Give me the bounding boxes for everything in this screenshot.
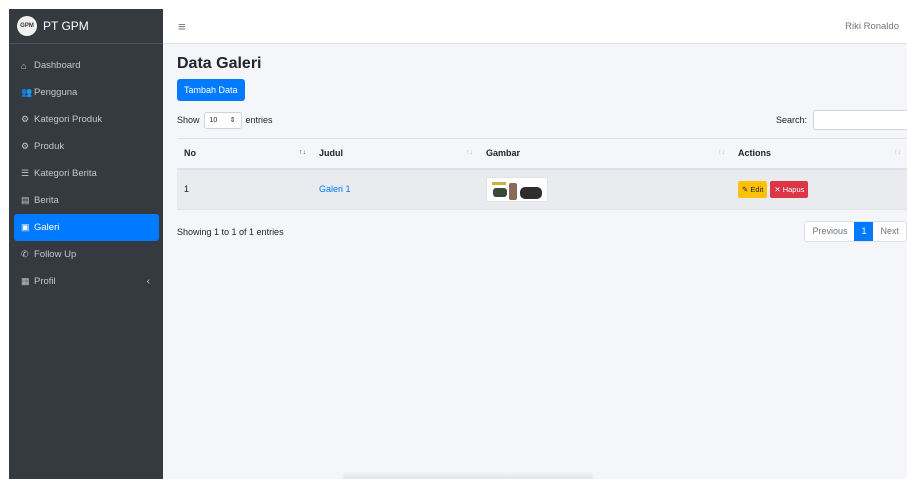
building-icon: ▦ xyxy=(21,276,30,286)
previous-page-button[interactable]: Previous xyxy=(805,222,854,241)
judul-link[interactable]: Galeri 1 xyxy=(319,184,351,194)
cell-no: 1 xyxy=(177,168,312,210)
sidebar-item-label: Pengguna xyxy=(34,87,78,98)
sidebar-item-profil[interactable]: ▦ Profil ‹ xyxy=(14,268,159,295)
brand-link[interactable]: GPM PT GPM xyxy=(9,9,163,44)
sidebar-item-produk[interactable]: ⚙ Produk xyxy=(14,133,159,160)
close-icon: ✕ xyxy=(774,184,781,194)
next-page-button[interactable]: Next xyxy=(873,222,906,241)
entries-length: Show 10 ⇕ entries xyxy=(177,111,273,129)
sort-icon: ↑↓ xyxy=(894,149,901,156)
sidebar-item-pengguna[interactable]: 👥 Pengguna xyxy=(14,79,159,106)
search-input[interactable] xyxy=(813,110,907,130)
entries-select[interactable]: 10 ⇕ xyxy=(203,111,242,129)
app-frame: GPM PT GPM ⌂ Dashboard 👥 Pengguna ⚙ Kate… xyxy=(9,9,907,479)
sidebar-item-dashboard[interactable]: ⌂ Dashboard xyxy=(14,52,159,79)
add-data-button[interactable]: Tambah Data xyxy=(177,79,245,101)
top-navbar: ≡ Riki Ronaldo xyxy=(163,9,907,44)
home-icon: ⌂ xyxy=(21,60,27,71)
column-label: Gambar xyxy=(486,148,521,159)
table-controls: Show 10 ⇕ entries Search: xyxy=(177,110,907,130)
sidebar-item-kategori-produk[interactable]: ⚙ Kategori Produk xyxy=(14,106,159,133)
search-group: Search: xyxy=(776,110,907,130)
column-header-gambar[interactable]: Gambar ↑↓ xyxy=(479,138,731,170)
motorcycle-icon: ⚙ xyxy=(21,114,30,124)
column-label: Actions xyxy=(738,148,772,159)
table-footer: Showing 1 to 1 of 1 entries Previous 1 N… xyxy=(177,221,907,242)
sidebar-item-galeri[interactable]: ▣ Galeri xyxy=(14,214,159,241)
sort-icon: ↑↓ xyxy=(299,149,306,156)
edit-label: Edit xyxy=(750,184,764,194)
newspaper-icon: ▤ xyxy=(21,195,30,205)
cell-gambar xyxy=(479,168,731,210)
brand-logo: GPM xyxy=(17,16,37,36)
sidebar-item-berita[interactable]: ▤ Berita xyxy=(14,187,159,214)
search-label: Search: xyxy=(775,115,807,125)
sidebar-item-label: Profil xyxy=(34,276,56,287)
image-icon: ▣ xyxy=(21,222,30,232)
sidebar-item-label: Kategori Berita xyxy=(34,168,97,179)
column-header-no[interactable]: No ↑↓ xyxy=(177,138,312,170)
page-title: Data Galeri xyxy=(177,55,262,72)
sidebar-item-label: Dashboard xyxy=(34,60,81,71)
users-icon: 👥 xyxy=(21,87,33,97)
column-label: Judul xyxy=(319,148,343,159)
cell-actions: ✎ Edit ✕ Hapus xyxy=(731,168,907,210)
edit-icon: ✎ xyxy=(742,184,749,194)
table-row: 1 Galeri 1 ✎ Edit ✕ Hapus xyxy=(177,168,907,210)
entries-value: 10 xyxy=(209,116,218,124)
sort-icon: ↑↓ xyxy=(466,149,473,156)
phone-icon: ✆ xyxy=(21,249,29,259)
content-area: Data Galeri Tambah Data Show 10 ⇕ entrie… xyxy=(163,44,907,242)
sidebar-item-label: Follow Up xyxy=(34,249,77,260)
sidebar-item-kategori-berita[interactable]: ☰ Kategori Berita xyxy=(14,160,159,187)
sidebar-item-label: Kategori Produk xyxy=(34,114,103,125)
show-label: Show xyxy=(177,115,200,125)
delete-label: Hapus xyxy=(782,184,805,194)
column-header-judul[interactable]: Judul ↑↓ xyxy=(312,138,479,170)
sidebar: GPM PT GPM ⌂ Dashboard 👥 Pengguna ⚙ Kate… xyxy=(9,9,163,479)
column-label: No xyxy=(184,148,196,159)
sidebar-item-label: Produk xyxy=(34,141,65,152)
table-info: Showing 1 to 1 of 1 entries xyxy=(177,226,284,237)
menu-toggle-icon[interactable]: ≡ xyxy=(178,19,186,34)
pagination: Previous 1 Next xyxy=(804,221,907,242)
sidebar-item-label: Galeri xyxy=(34,222,60,233)
edit-button[interactable]: ✎ Edit xyxy=(738,180,768,198)
bottom-shadow xyxy=(343,471,593,479)
sidebar-nav: ⌂ Dashboard 👥 Pengguna ⚙ Kategori Produk… xyxy=(9,44,163,295)
cell-judul: Galeri 1 xyxy=(312,168,479,210)
chevron-left-icon: ‹ xyxy=(146,276,150,287)
gallery-thumbnail-image[interactable] xyxy=(486,176,548,202)
sort-icon: ↑↓ xyxy=(718,149,725,156)
gallery-table: No ↑↓ Judul ↑↓ Gambar ↑↓ Actions ↑↓ 1 Ga… xyxy=(177,138,907,210)
select-arrows-icon: ⇕ xyxy=(229,117,236,124)
sidebar-item-label: Berita xyxy=(34,195,59,206)
table-header-row: No ↑↓ Judul ↑↓ Gambar ↑↓ Actions ↑↓ xyxy=(177,138,907,170)
user-name[interactable]: Riki Ronaldo xyxy=(845,21,899,32)
delete-button[interactable]: ✕ Hapus xyxy=(770,180,809,198)
sidebar-item-follow-up[interactable]: ✆ Follow Up xyxy=(14,241,159,268)
brand-name: PT GPM xyxy=(43,19,89,33)
column-header-actions[interactable]: Actions ↑↓ xyxy=(731,138,907,170)
list-icon: ☰ xyxy=(21,168,30,178)
page-1-button[interactable]: 1 xyxy=(854,222,874,241)
entries-label: entries xyxy=(245,115,273,125)
motorcycle-icon: ⚙ xyxy=(21,141,30,151)
main-content: ≡ Riki Ronaldo Data Galeri Tambah Data S… xyxy=(163,9,907,479)
